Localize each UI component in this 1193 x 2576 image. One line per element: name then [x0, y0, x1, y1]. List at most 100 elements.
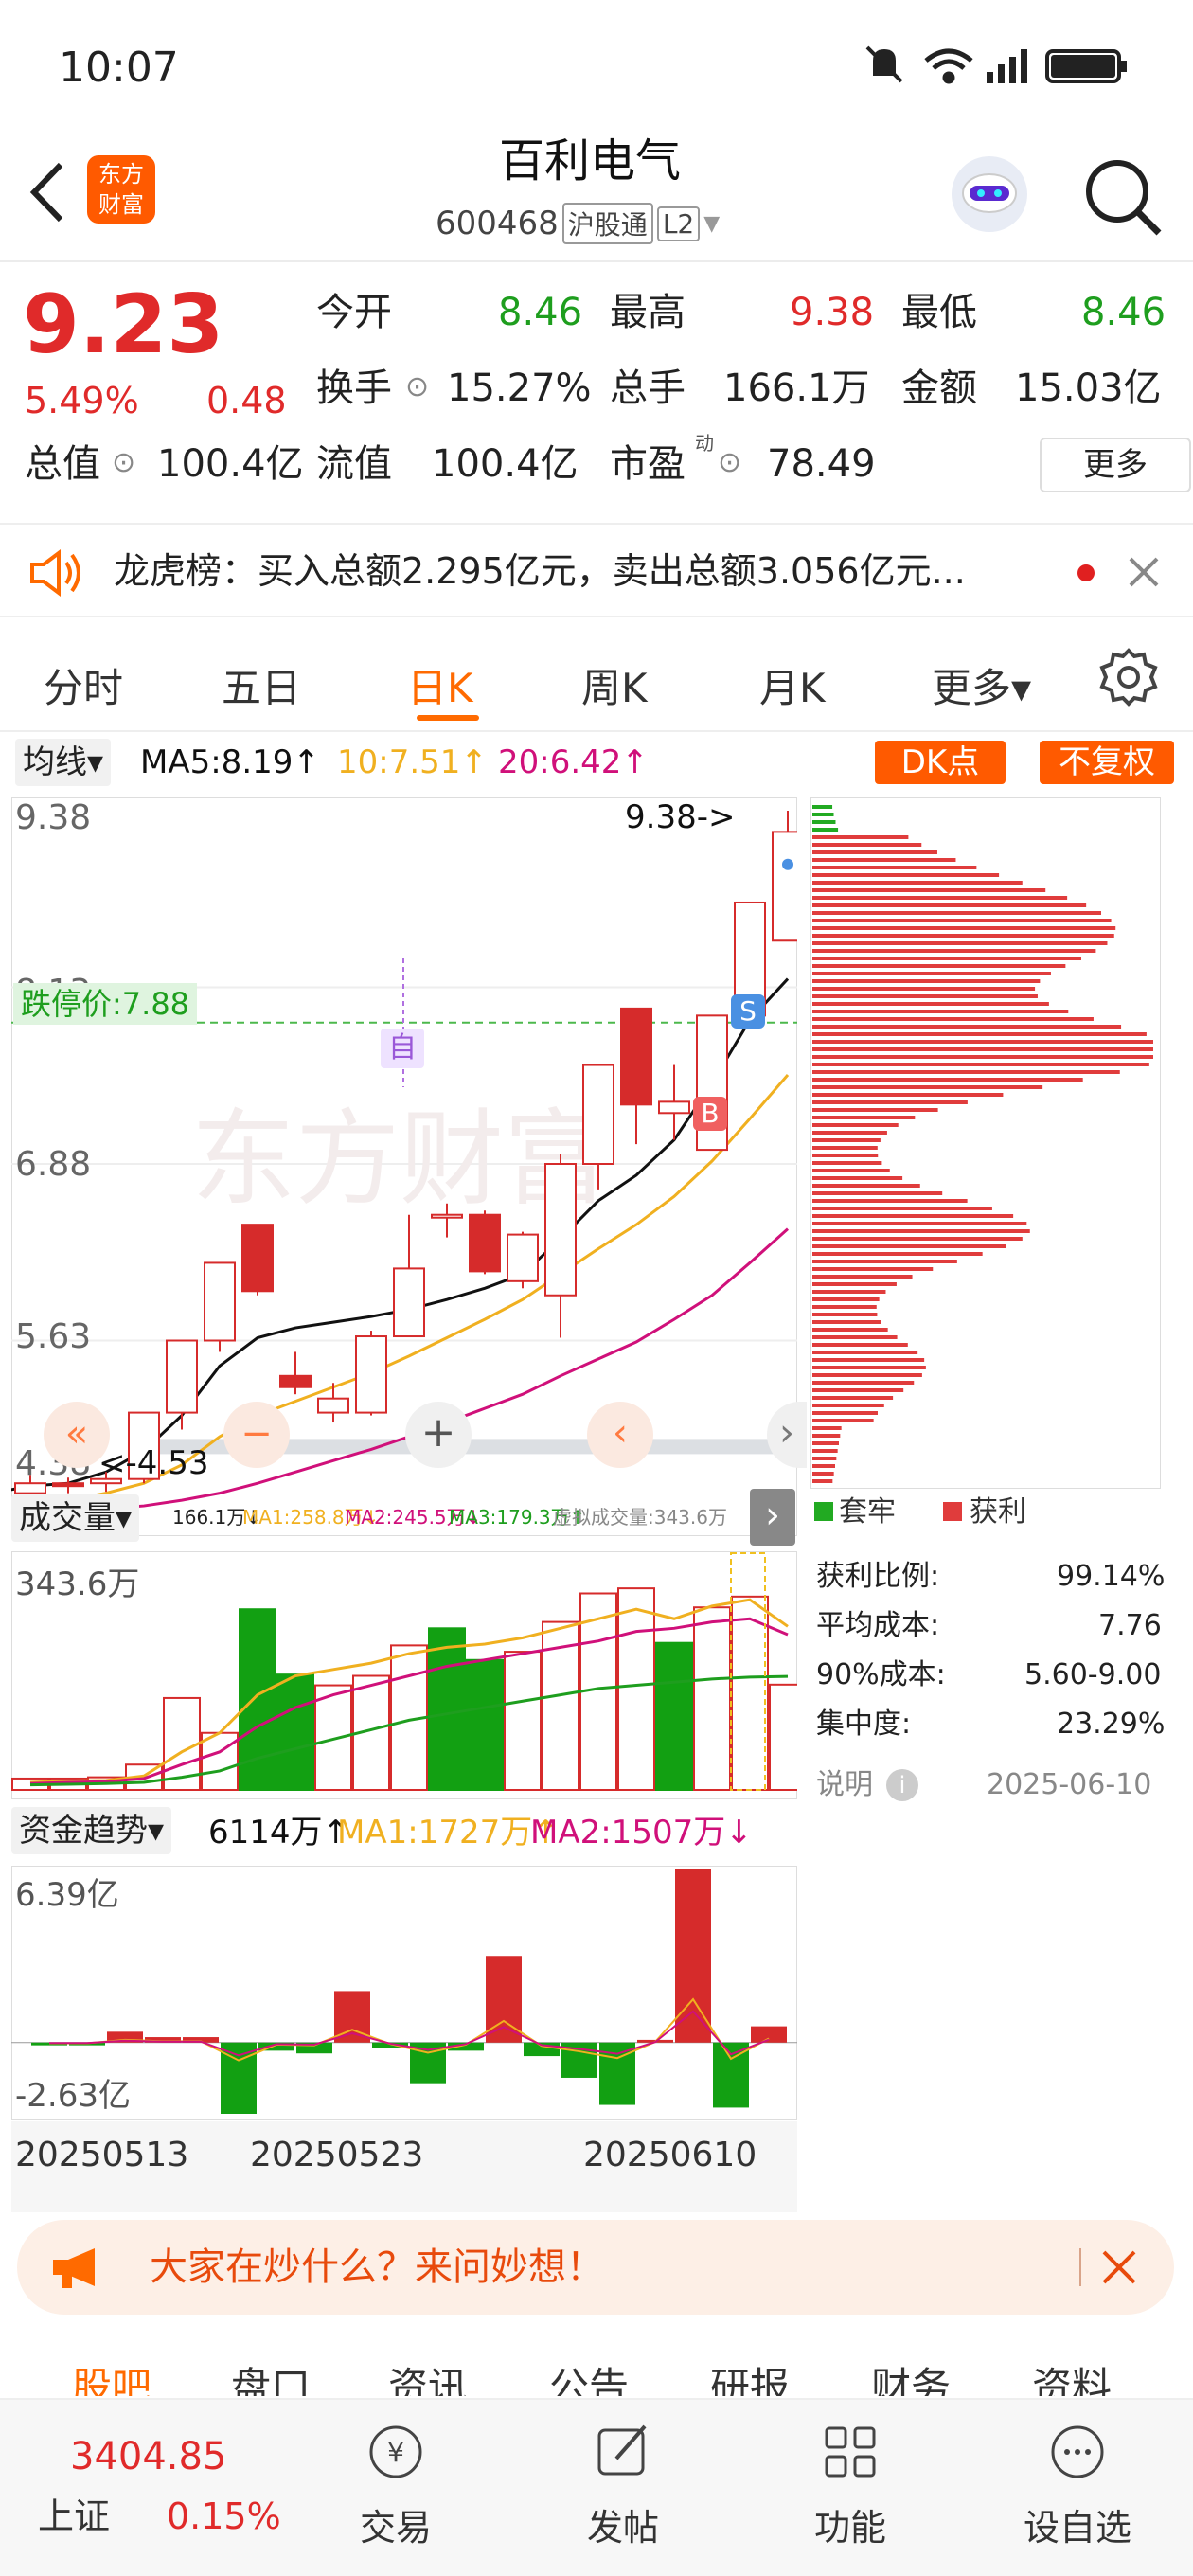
chip-bar: [812, 919, 1112, 922]
gear-icon[interactable]: [1098, 647, 1159, 707]
chip-note[interactable]: 说明: [816, 1771, 873, 1799]
chip-bar: [812, 1207, 992, 1210]
tab-daily-k[interactable]: 日K: [407, 656, 473, 714]
watchlist-button[interactable]: 设自选: [1002, 2419, 1153, 2550]
latest-dot: [782, 858, 793, 870]
function-label: 功能: [813, 2507, 886, 2549]
chip-frame: [810, 797, 1161, 1489]
close-icon[interactable]: [1127, 555, 1161, 589]
fund-current: 6114万↑: [208, 1814, 350, 1852]
more-quote-button[interactable]: 更多: [1040, 438, 1191, 492]
fund-trend-select[interactable]: 资金趋势▾: [11, 1807, 172, 1854]
candle: [241, 1224, 274, 1296]
dragon-tiger-notice[interactable]: 龙虎榜：买入总额2.295亿元，卖出总额3.056亿元...: [0, 523, 1193, 617]
tab-pankou[interactable]: 盘口: [231, 2368, 311, 2397]
info-icon[interactable]: ⊙: [405, 373, 429, 402]
chip-bar: [812, 1199, 968, 1203]
candlestick-chart[interactable]: 东方财富: [11, 797, 797, 1536]
clock: 10:07: [59, 44, 179, 92]
info-icon[interactable]: ⊙: [112, 449, 135, 477]
chip-bar: [812, 1290, 886, 1294]
index-name: 上证: [38, 2496, 111, 2537]
chip-bar: [812, 1396, 894, 1400]
zoom-in-icon[interactable]: +: [405, 1402, 472, 1468]
chip-bar: [812, 1214, 1014, 1218]
tab-guba[interactable]: 股吧: [72, 2368, 151, 2397]
megaphone-icon: [53, 2248, 95, 2288]
tab-weekly-k[interactable]: 周K: [581, 656, 648, 714]
chip-bar: [812, 1335, 898, 1339]
robot-avatar-icon[interactable]: [947, 152, 1032, 237]
ma-select[interactable]: 均线▾: [15, 739, 112, 786]
chip-bar: [812, 1464, 835, 1468]
function-button[interactable]: 功能: [775, 2419, 926, 2550]
y-label: 5.63: [15, 1317, 92, 1356]
active-tab-indicator: [417, 715, 479, 721]
chip-bar: [812, 1116, 916, 1119]
chip-label: 平均成本:: [816, 1609, 940, 1642]
search-icon[interactable]: [1079, 153, 1165, 239]
chip-bar: [812, 1434, 841, 1438]
trap-legend: 套牢: [839, 1495, 896, 1529]
chip-bar: [812, 1252, 983, 1256]
float-label: 流值: [316, 442, 392, 486]
chip-bar: [812, 941, 1108, 945]
post-button[interactable]: 发帖: [547, 2419, 699, 2550]
chip-bar: [812, 805, 833, 809]
app-logo[interactable]: 东方 财富: [87, 155, 155, 224]
tab-monthly-k[interactable]: 月K: [759, 656, 826, 714]
tab-news[interactable]: 资讯: [388, 2368, 468, 2397]
tab-notice[interactable]: 公告: [549, 2368, 629, 2397]
candle-body: [620, 1007, 652, 1106]
post-label: 发帖: [586, 2507, 659, 2549]
volume-bar: [276, 1673, 314, 1791]
pe-value: 78.49: [767, 442, 876, 486]
close-icon[interactable]: [1100, 2248, 1138, 2286]
chip-bar: [812, 1381, 915, 1385]
zoom-out-icon[interactable]: −: [223, 1402, 290, 1468]
open-label: 今开: [316, 291, 392, 334]
volume-select[interactable]: 成交量▾: [11, 1494, 140, 1542]
info-icon[interactable]: ⊙: [718, 449, 741, 477]
candle: [469, 1210, 501, 1275]
chip-bar: [812, 1373, 922, 1377]
vol-y-top: 343.6万: [15, 1565, 140, 1603]
ask-banner[interactable]: 大家在炒什么？来问妙想！: [17, 2220, 1174, 2315]
chip-bar: [812, 873, 1000, 877]
max-price-mark: 9.38->: [625, 798, 736, 836]
date-label: 20250513: [15, 2136, 189, 2174]
volume-bar: [693, 1606, 731, 1791]
min-price-mark: <-4.53: [98, 1444, 209, 1482]
back-icon[interactable]: [23, 159, 70, 225]
scroll-left-icon[interactable]: ‹: [587, 1402, 653, 1468]
y-label: 6.88: [15, 1145, 92, 1184]
dk-point-button[interactable]: DK点: [875, 741, 1006, 784]
chip-distribution-chart: [810, 797, 1161, 1489]
tab-research[interactable]: 研报: [710, 2368, 790, 2397]
chip-bar: [812, 1426, 842, 1430]
volume-bar: [617, 1587, 655, 1792]
tab-intraday[interactable]: 分时: [44, 656, 123, 714]
chip-bar: [812, 957, 1081, 960]
volume-bar: [655, 1641, 693, 1791]
chip-bar: [812, 1040, 1153, 1044]
ma5-legend: MA5:8.19↑: [140, 743, 320, 781]
candle-body: [52, 1482, 84, 1488]
candle-body: [355, 1335, 387, 1414]
more-circle-icon: [1051, 2425, 1104, 2478]
scroll-left-fast-icon[interactable]: «: [44, 1402, 110, 1468]
trade-button[interactable]: ¥ 交易: [320, 2419, 472, 2550]
chip-bar: [812, 1479, 833, 1483]
expand-panel-icon[interactable]: ›: [750, 1489, 795, 1546]
chip-bar: [812, 994, 1038, 998]
tab-finance[interactable]: 财务: [871, 2368, 951, 2397]
chip-bar: [812, 1441, 839, 1445]
chip-bar: [812, 1366, 926, 1369]
trade-label: 交易: [359, 2507, 432, 2549]
hk-connect-tag: 沪股通: [561, 203, 653, 244]
tab-five-day[interactable]: 五日: [222, 656, 301, 714]
tab-profile[interactable]: 资料: [1032, 2368, 1112, 2397]
adjust-button[interactable]: 不复权: [1040, 741, 1174, 784]
tab-more[interactable]: 更多▾: [932, 656, 1031, 714]
info-icon[interactable]: i: [886, 1769, 918, 1801]
